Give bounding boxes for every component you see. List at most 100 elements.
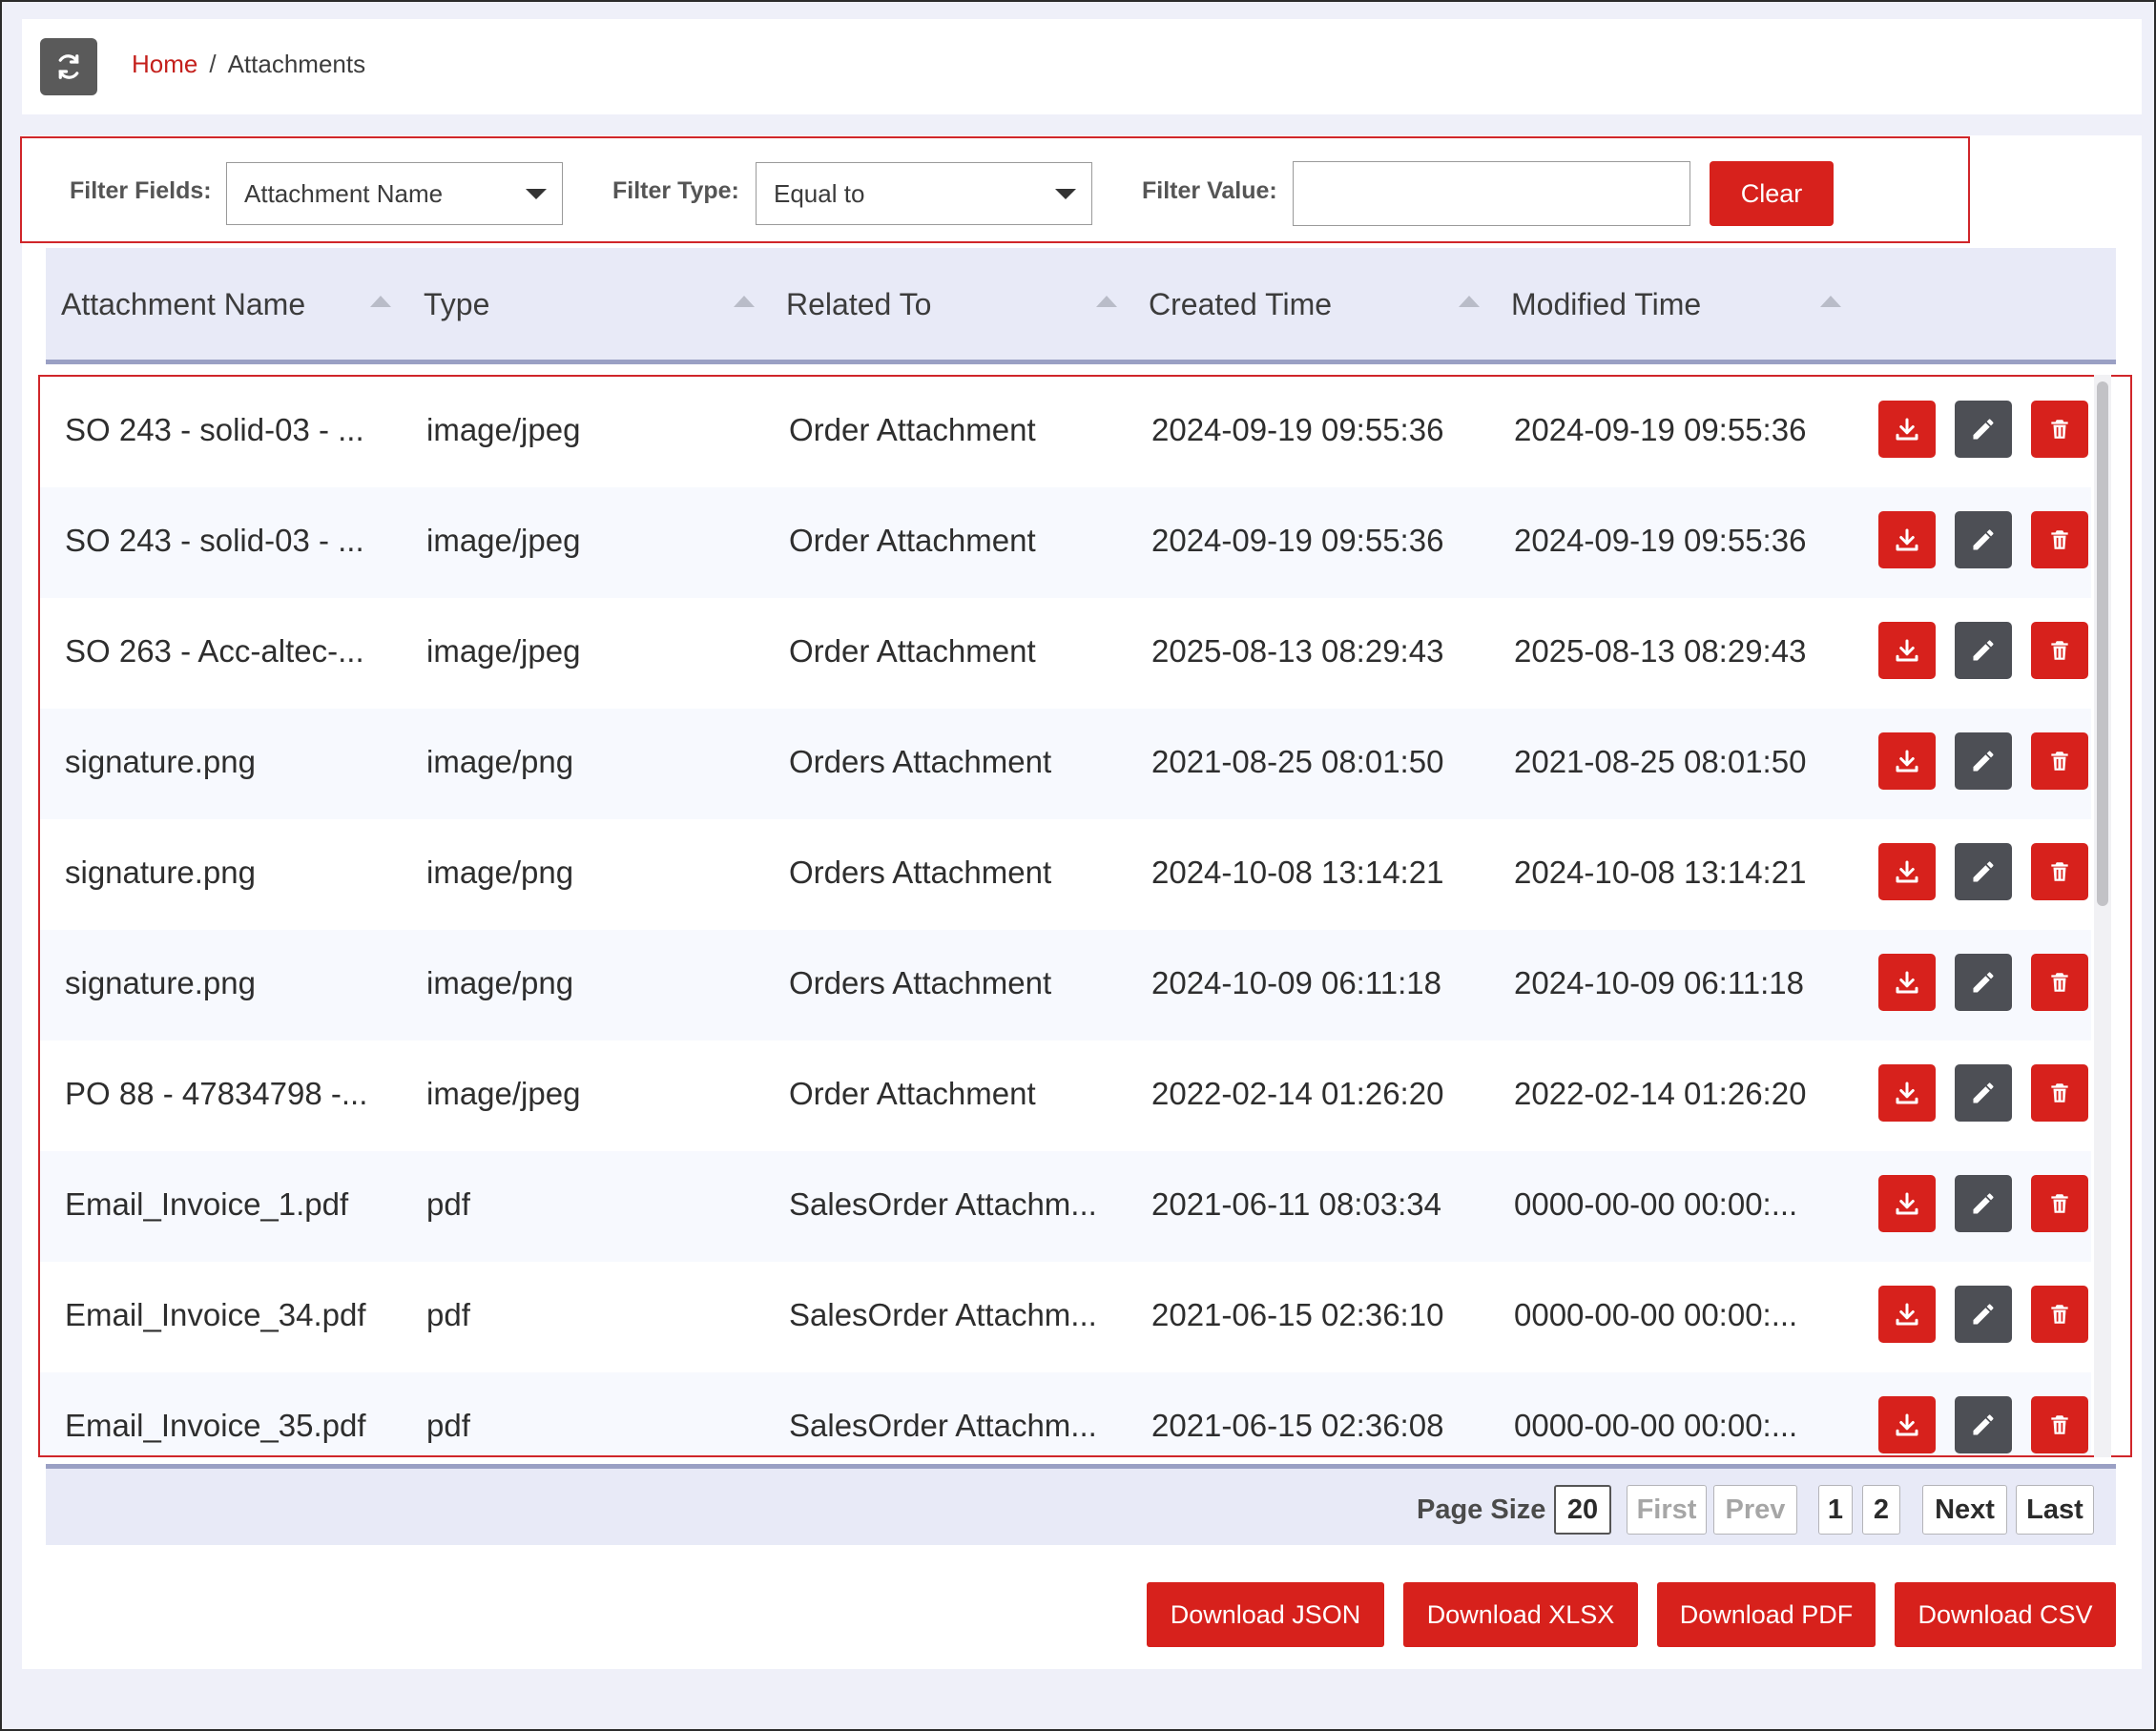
next-page-button[interactable]: Next xyxy=(1922,1485,2007,1535)
table-row[interactable]: Email_Invoice_35.pdf pdf SalesOrder Atta… xyxy=(40,1372,2091,1455)
download-pdf-button[interactable]: Download PDF xyxy=(1657,1582,1876,1647)
cell-attachment-name: Email_Invoice_1.pdf xyxy=(65,1186,349,1222)
cell-related-to: Order Attachment xyxy=(789,1076,1036,1111)
table-row[interactable]: Email_Invoice_1.pdf pdf SalesOrder Attac… xyxy=(40,1151,2091,1262)
download-button[interactable] xyxy=(1878,732,1936,790)
cell-related-to: Order Attachment xyxy=(789,412,1036,447)
download-icon xyxy=(1896,639,1918,662)
delete-button[interactable] xyxy=(2031,511,2088,568)
sort-up-icon[interactable] xyxy=(1096,296,1117,307)
download-button[interactable] xyxy=(1878,622,1936,679)
delete-button[interactable] xyxy=(2031,1175,2088,1232)
sort-up-icon[interactable] xyxy=(370,296,391,307)
table-body: SO 243 - solid-03 - ... image/jpeg Order… xyxy=(38,375,2132,1457)
download-button[interactable] xyxy=(1878,1396,1936,1453)
table-scrollbar-thumb[interactable] xyxy=(2097,381,2108,906)
download-button[interactable] xyxy=(1878,843,1936,900)
edit-button[interactable] xyxy=(1955,1286,2012,1343)
refresh-button[interactable] xyxy=(40,38,97,95)
filter-fields-select[interactable]: Attachment Name xyxy=(226,162,563,225)
cell-attachment-name: signature.png xyxy=(65,965,256,1000)
column-header-attachment-name[interactable]: Attachment Name xyxy=(61,287,305,322)
breadcrumb-home-link[interactable]: Home xyxy=(132,50,197,79)
clear-button[interactable]: Clear xyxy=(1710,161,1834,226)
edit-button[interactable] xyxy=(1955,954,2012,1011)
table-row[interactable]: SO 243 - solid-03 - ... image/jpeg Order… xyxy=(40,487,2091,598)
sort-up-icon[interactable] xyxy=(1459,296,1480,307)
edit-button[interactable] xyxy=(1955,732,2012,790)
delete-button[interactable] xyxy=(2031,401,2088,458)
page-size-select[interactable]: 20 xyxy=(1554,1485,1611,1535)
sort-up-icon[interactable] xyxy=(734,296,755,307)
column-header-created-time[interactable]: Created Time xyxy=(1149,287,1332,322)
column-header-related-to[interactable]: Related To xyxy=(786,287,931,322)
download-xlsx-button[interactable]: Download XLSX xyxy=(1403,1582,1638,1647)
sort-up-icon[interactable] xyxy=(1820,296,1841,307)
delete-button[interactable] xyxy=(2031,1064,2088,1122)
cell-created-time: 2024-09-19 09:55:36 xyxy=(1151,523,1444,558)
cell-related-to: Orders Attachment xyxy=(789,855,1052,890)
edit-button[interactable] xyxy=(1955,1175,2012,1232)
cell-attachment-name: Email_Invoice_35.pdf xyxy=(65,1408,366,1443)
delete-button[interactable] xyxy=(2031,732,2088,790)
delete-button[interactable] xyxy=(2031,1396,2088,1453)
edit-button[interactable] xyxy=(1955,511,2012,568)
download-button[interactable] xyxy=(1878,401,1936,458)
delete-button[interactable] xyxy=(2031,954,2088,1011)
prev-page-button[interactable]: Prev xyxy=(1713,1485,1797,1535)
cell-created-time: 2024-10-09 06:11:18 xyxy=(1151,965,1441,1000)
download-button[interactable] xyxy=(1878,1175,1936,1232)
filter-type-select[interactable]: Equal to xyxy=(756,162,1092,225)
download-csv-button[interactable]: Download CSV xyxy=(1895,1582,2116,1647)
cell-modified-time: 0000-00-00 00:00:... xyxy=(1514,1297,1798,1332)
cell-related-to: Order Attachment xyxy=(789,523,1036,558)
first-page-button[interactable]: First xyxy=(1627,1485,1707,1535)
cell-attachment-name: PO 88 - 47834798 -... xyxy=(65,1076,368,1111)
edit-button[interactable] xyxy=(1955,1396,2012,1453)
pencil-icon xyxy=(1973,640,1994,661)
trash-icon xyxy=(2051,862,2068,881)
cell-modified-time: 2022-02-14 01:26:20 xyxy=(1514,1076,1807,1111)
download-icon xyxy=(1896,1082,1918,1104)
edit-button[interactable] xyxy=(1955,1064,2012,1122)
download-json-button[interactable]: Download JSON xyxy=(1147,1582,1384,1647)
filter-value-input[interactable] xyxy=(1293,161,1690,226)
page-2-button[interactable]: 2 xyxy=(1862,1485,1900,1535)
cell-created-time: 2021-06-11 08:03:34 xyxy=(1151,1186,1441,1222)
breadcrumb-current: Attachments xyxy=(227,50,366,78)
cell-created-time: 2025-08-13 08:29:43 xyxy=(1151,633,1444,669)
pencil-icon xyxy=(1973,1414,1994,1435)
table-row[interactable]: signature.png image/png Orders Attachmen… xyxy=(40,930,2091,1041)
edit-button[interactable] xyxy=(1955,843,2012,900)
table-row[interactable]: SO 263 - Acc-altec-... image/jpeg Order … xyxy=(40,598,2091,709)
download-button[interactable] xyxy=(1878,1064,1936,1122)
table-row[interactable]: PO 88 - 47834798 -... image/jpeg Order A… xyxy=(40,1041,2091,1151)
table-row[interactable]: signature.png image/png Orders Attachmen… xyxy=(40,709,2091,819)
download-icon xyxy=(1896,1413,1918,1436)
last-page-button[interactable]: Last xyxy=(2016,1485,2094,1535)
table-row[interactable]: Email_Invoice_34.pdf pdf SalesOrder Atta… xyxy=(40,1262,2091,1372)
trash-icon xyxy=(2051,420,2068,439)
edit-button[interactable] xyxy=(1955,401,2012,458)
cell-modified-time: 0000-00-00 00:00:... xyxy=(1514,1186,1798,1222)
cell-related-to: SalesOrder Attachm... xyxy=(789,1186,1097,1222)
delete-button[interactable] xyxy=(2031,622,2088,679)
pencil-icon xyxy=(1973,972,1994,993)
download-button[interactable] xyxy=(1878,954,1936,1011)
edit-button[interactable] xyxy=(1955,622,2012,679)
page-1-button[interactable]: 1 xyxy=(1818,1485,1853,1535)
delete-button[interactable] xyxy=(2031,1286,2088,1343)
column-header-type[interactable]: Type xyxy=(424,287,489,322)
cell-created-time: 2021-06-15 02:36:08 xyxy=(1151,1408,1444,1443)
column-header-modified-time[interactable]: Modified Time xyxy=(1511,287,1701,322)
cell-type: pdf xyxy=(426,1408,470,1443)
download-button[interactable] xyxy=(1878,511,1936,568)
cell-attachment-name: signature.png xyxy=(65,855,256,890)
cell-attachment-name: SO 243 - solid-03 - ... xyxy=(65,523,364,558)
table-row[interactable]: SO 243 - solid-03 - ... image/jpeg Order… xyxy=(40,377,2091,487)
cell-modified-time: 2025-08-13 08:29:43 xyxy=(1514,633,1807,669)
download-button[interactable] xyxy=(1878,1286,1936,1343)
cell-related-to: SalesOrder Attachm... xyxy=(789,1297,1097,1332)
delete-button[interactable] xyxy=(2031,843,2088,900)
table-row[interactable]: signature.png image/png Orders Attachmen… xyxy=(40,819,2091,930)
